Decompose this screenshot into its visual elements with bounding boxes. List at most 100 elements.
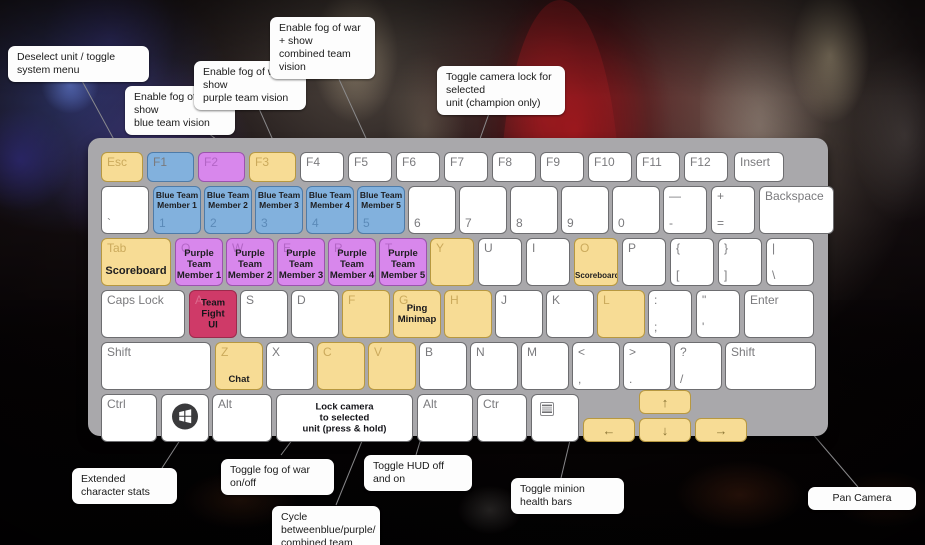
key-bracket-right[interactable]: }]	[718, 238, 762, 286]
key-period[interactable]: >.	[623, 342, 671, 390]
key-key-b[interactable]: B	[419, 342, 467, 390]
key-key-d[interactable]: D	[291, 290, 339, 338]
key-backslash[interactable]: | \	[766, 238, 814, 286]
key-key-p[interactable]: P	[622, 238, 666, 286]
key-apostrophe[interactable]: " '	[696, 290, 740, 338]
key-key-n[interactable]: N	[470, 342, 518, 390]
key-menu[interactable]	[531, 394, 579, 442]
callout-hud-toggle: Toggle HUD off and on	[364, 455, 472, 491]
key-key-l[interactable]: L	[597, 290, 645, 338]
key-label: ↑	[661, 394, 669, 410]
key-alt-left[interactable]: Alt	[212, 394, 272, 442]
key-key-a[interactable]: A Team Fight UI	[189, 290, 237, 338]
key-f12[interactable]: F12	[684, 152, 728, 182]
key-action-label: Blue Team Member 1	[155, 190, 199, 210]
key-key-v[interactable]: V	[368, 342, 416, 390]
key-key-j[interactable]: J	[495, 290, 543, 338]
key-label: ;	[654, 320, 658, 334]
key-key-m[interactable]: M	[521, 342, 569, 390]
key-key-h[interactable]: H	[444, 290, 492, 338]
key-key-g[interactable]: G Ping Minimap	[393, 290, 441, 338]
key-key-z[interactable]: Z Chat	[215, 342, 263, 390]
key-label: C	[323, 345, 332, 359]
key-f3[interactable]: F3	[249, 152, 296, 182]
key-arrow-right[interactable]: →	[695, 418, 747, 442]
key-key-q[interactable]: Q Purple Team Member 1	[175, 238, 223, 286]
key-space[interactable]: Lock camera to selected unit (press & ho…	[276, 394, 413, 442]
key-key-o[interactable]: O Scoreboard	[574, 238, 618, 286]
key-minus[interactable]: — -	[663, 186, 707, 234]
key-f6[interactable]: F6	[396, 152, 440, 182]
key-label: Caps Lock	[107, 293, 164, 307]
key-ctrl-left[interactable]: Ctrl	[101, 394, 157, 442]
key-f9[interactable]: F9	[540, 152, 584, 182]
key-key-f[interactable]: F	[342, 290, 390, 338]
key-key-t[interactable]: T Purple Team Member 5	[379, 238, 427, 286]
callout-text: Toggle fog of war on/off	[230, 464, 310, 489]
key-f7[interactable]: F7	[444, 152, 488, 182]
key-label: P	[628, 241, 637, 255]
key-key-r[interactable]: R Purple Team Member 4	[328, 238, 376, 286]
key-shift-left[interactable]: Shift	[101, 342, 211, 390]
key-bracket-left[interactable]: {[	[670, 238, 714, 286]
key-key-0[interactable]: 0	[612, 186, 660, 234]
key-key-s[interactable]: S	[240, 290, 288, 338]
key-key-5[interactable]: 5 Blue Team Member 5	[357, 186, 405, 234]
key-key-k[interactable]: K	[546, 290, 594, 338]
key-key-4[interactable]: 4 Blue Team Member 4	[306, 186, 354, 234]
callout-text: Enable fog of war + show combined team v…	[279, 22, 361, 73]
key-key-9[interactable]: 9	[561, 186, 609, 234]
key-f5[interactable]: F5	[348, 152, 392, 182]
key-label: Ctr	[483, 397, 499, 411]
key-tab[interactable]: Tab Scoreboard	[101, 238, 171, 286]
key-shifted-label: "	[702, 293, 707, 307]
key-enter[interactable]: Enter	[744, 290, 814, 338]
key-slash[interactable]: ? /	[674, 342, 722, 390]
key-f10[interactable]: F10	[588, 152, 632, 182]
key-arrow-left[interactable]: ←	[583, 418, 635, 442]
key-caps-lock[interactable]: Caps Lock	[101, 290, 185, 338]
key-key-2[interactable]: 2 Blue Team Member 2	[204, 186, 252, 234]
key-f11[interactable]: F11	[636, 152, 680, 182]
key-action-label: Ping Minimap	[397, 303, 437, 325]
key-alt-right[interactable]: Alt	[417, 394, 473, 442]
key-key-7[interactable]: 7	[459, 186, 507, 234]
key-label: →	[714, 422, 728, 438]
key-f1[interactable]: F1	[147, 152, 194, 182]
key-shifted-label: |	[772, 241, 776, 255]
key-esc[interactable]: Esc	[101, 152, 143, 182]
key-action-label: Chat	[228, 374, 250, 385]
key-key-x[interactable]: X	[266, 342, 314, 390]
key-label: '	[702, 320, 705, 334]
key-shifted-label: :	[654, 293, 658, 307]
key-backtick[interactable]: `	[101, 186, 149, 234]
key-windows[interactable]	[161, 394, 209, 442]
key-f4[interactable]: F4	[300, 152, 344, 182]
key-label: F	[348, 293, 356, 307]
key-shift-right[interactable]: Shift	[725, 342, 816, 390]
key-key-8[interactable]: 8	[510, 186, 558, 234]
key-arrow-up[interactable]: ↑	[639, 390, 691, 414]
key-key-3[interactable]: 3 Blue Team Member 3	[255, 186, 303, 234]
key-key-1[interactable]: 1 Blue Team Member 1	[153, 186, 201, 234]
key-key-u[interactable]: U	[478, 238, 522, 286]
key-label: V	[374, 345, 383, 359]
key-f8[interactable]: F8	[492, 152, 536, 182]
key-semicolon[interactable]: :;	[648, 290, 692, 338]
key-f2[interactable]: F2	[198, 152, 245, 182]
key-key-6[interactable]: 6	[408, 186, 456, 234]
key-label: F10	[594, 155, 615, 169]
key-label: X	[272, 345, 281, 359]
key-insert[interactable]: Insert	[734, 152, 784, 182]
key-comma[interactable]: <,	[572, 342, 620, 390]
key-key-y[interactable]: Y	[430, 238, 474, 286]
key-key-e[interactable]: E Purple Team Member 3	[277, 238, 325, 286]
key-ctrl-right[interactable]: Ctr	[477, 394, 527, 442]
callout-text: Cycle betweenblue/purple/ combined team …	[281, 511, 376, 545]
key-key-w[interactable]: W Purple Team Member 2	[226, 238, 274, 286]
key-equals[interactable]: + =	[711, 186, 755, 234]
key-key-i[interactable]: I	[526, 238, 570, 286]
key-backspace[interactable]: Backspace	[759, 186, 834, 234]
key-arrow-down[interactable]: ↓	[639, 418, 691, 442]
key-key-c[interactable]: C	[317, 342, 365, 390]
